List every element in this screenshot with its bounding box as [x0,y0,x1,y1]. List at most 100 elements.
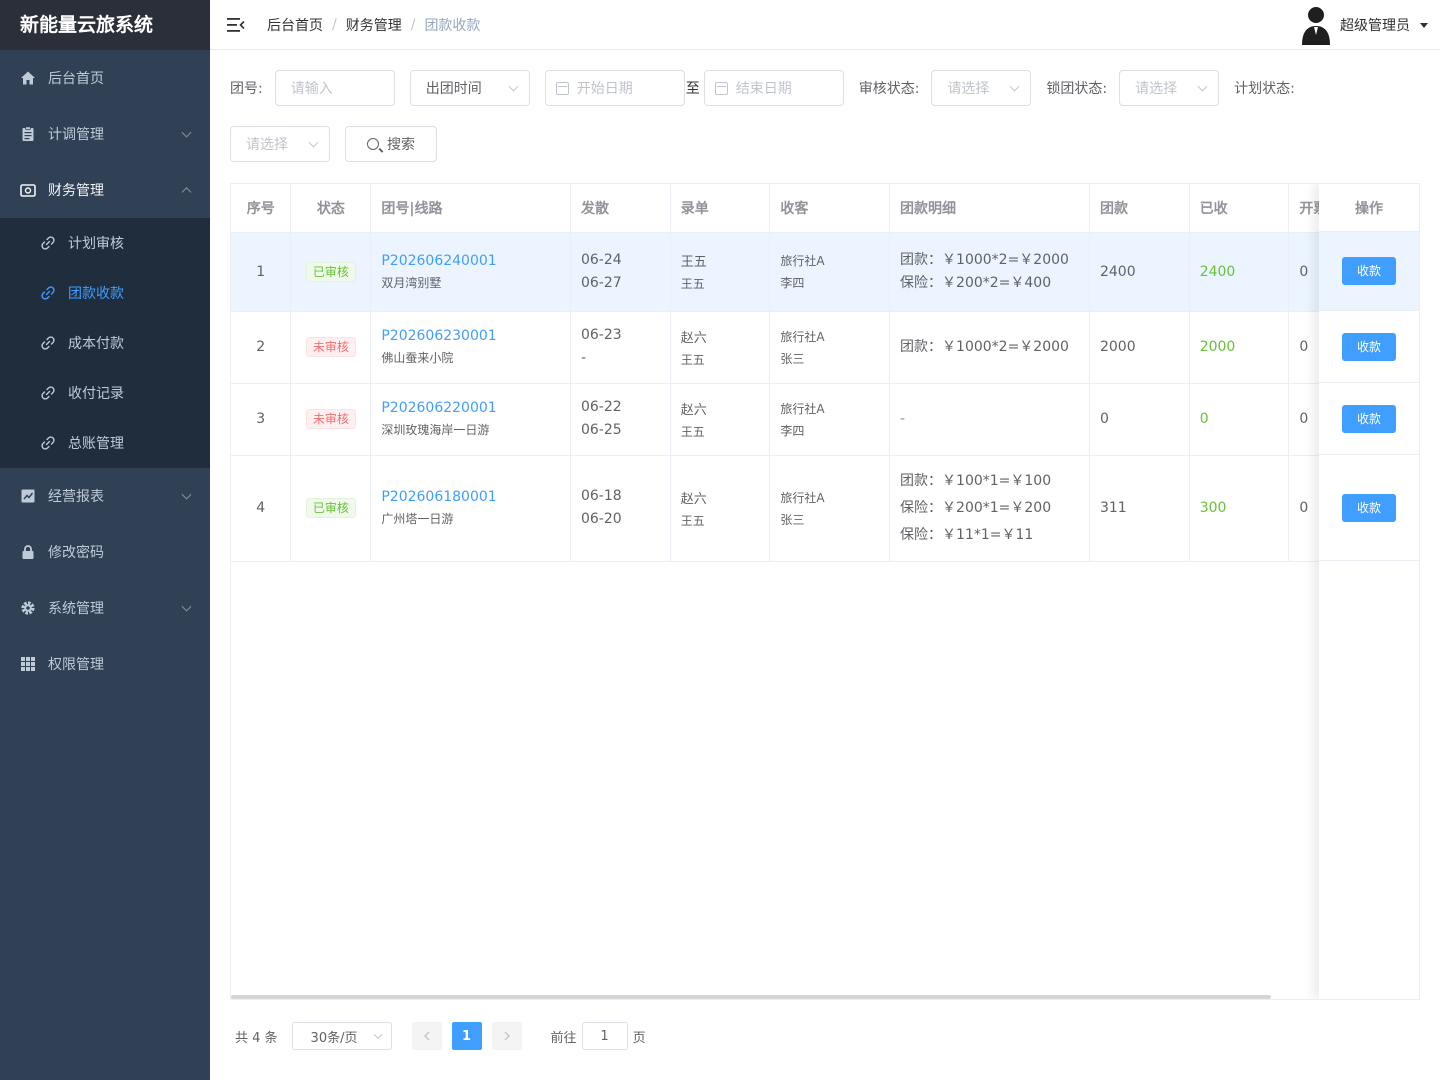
col-header-depart: 发散 [570,184,671,233]
row-entry-cell: 赵六 王五 [670,455,771,562]
collect-button[interactable]: 收款 [1341,493,1396,522]
sidebar-subitem-group-collection[interactable]: 团款收款 [0,268,210,318]
sidebar-item-reports[interactable]: 经营报表 [0,468,210,524]
page-size-select[interactable]: 30条/页 [291,1022,392,1050]
link-icon [41,386,55,400]
group-no-link[interactable]: P202606180001 [381,489,560,505]
col-header-operation: 操作 [1319,184,1419,232]
sidebar-subitem-label: 计划审核 [68,236,124,252]
row-op-cell: 收款 [1319,232,1419,311]
row-depart-cell: 06-23 - [570,311,671,384]
detail-line: 团款：￥1000*2=￥2000 [900,338,1069,355]
col-header-group-route: 团号|线路 [370,184,571,233]
audit-status-placeholder: 请选择 [947,81,990,97]
row-details-cell: 团款：￥1000*2=￥2000 [889,311,1090,384]
row-group-cell: P202606240001 双月湾别墅 [370,232,571,312]
calendar-icon [555,81,569,95]
sidebar-item-finance[interactable]: 财务管理 [0,162,210,218]
group-no-link[interactable]: P202606230001 [381,328,560,344]
group-no-input[interactable]: 请输入 [274,70,395,106]
breadcrumb-current: 团款收款 [424,17,481,34]
chevron-down-icon [181,601,192,612]
client-agency: 旅行社A [780,329,825,344]
collect-button[interactable]: 收款 [1341,404,1396,433]
group-no-link[interactable]: P202606220001 [381,400,560,416]
hamburger-icon[interactable] [227,17,245,33]
chevron-down-icon [308,137,319,148]
row-op-cell: 收款 [1319,311,1419,383]
row-amount: 0 [1089,383,1190,456]
audit-status-select[interactable]: 请选择 [931,70,1032,106]
row-received: 2000 [1189,311,1290,384]
sidebar: 新能量云旅系统 后台首页 计调管理 财务管理 计划审核 团款收款 成本付款 收付… [0,0,210,1080]
table-row[interactable]: 2 未审核 P202606230001 佛山蚕来小院 06-23 - 赵六 王五 旅行… [231,311,1419,384]
sidebar-subitem-cost-payment[interactable]: 成本付款 [0,318,210,368]
sidebar-item-home[interactable]: 后台首页 [0,50,210,106]
col-header-received: 已收 [1189,184,1290,233]
row-entry-cell: 赵六 王五 [670,311,771,384]
depart-date: 06-18 [580,488,622,504]
prev-page-button[interactable] [411,1022,442,1050]
page-number-current[interactable]: 1 [451,1022,482,1050]
sidebar-subitem-ledger[interactable]: 总账管理 [0,418,210,468]
goto-unit: 页 [632,1030,646,1046]
detail-line: 保险：￥200*1=￥200 [900,499,1052,516]
pagination: 共 4 条 30条/页 1 前往 1 页 [235,1022,646,1050]
calendar-icon [714,81,728,95]
home-icon [20,70,36,86]
table-row[interactable]: 1 已审核 P202606240001 双月湾别墅 06-24 06-27 王五 王五… [231,232,1419,312]
row-status-cell: 已审核 [290,455,372,562]
start-date-input[interactable]: 开始日期 [544,70,685,106]
breadcrumb-separator: / [410,16,416,33]
search-button[interactable]: 搜索 [345,126,437,162]
client-contact: 张三 [780,512,805,527]
user-menu[interactable]: 超级管理员 [1300,5,1428,45]
sidebar-item-label: 经营报表 [48,489,104,505]
return-date: 06-20 [580,511,622,527]
sidebar-item-plan-management[interactable]: 计调管理 [0,106,210,162]
row-depart-cell: 06-22 06-25 [570,383,671,456]
table-row[interactable]: 4 已审核 P202606180001 广州塔一日游 06-18 06-20 赵六王… [231,455,1419,562]
route-name: 广州塔一日游 [381,512,454,526]
data-table: 序号 状态 团号|线路 发散 录单 收客 团款明细 团款 已收 开票 1 已审核… [231,184,1419,562]
row-details-cell: - [889,383,1090,456]
client-contact: 张三 [780,351,805,366]
chevron-down-icon [373,1030,382,1040]
sidebar-item-change-password[interactable]: 修改密码 [0,524,210,580]
client-agency: 旅行社A [780,254,825,268]
horizontal-scrollbar[interactable] [231,995,1271,999]
sidebar-item-label: 权限管理 [48,657,104,673]
collect-button[interactable]: 收款 [1341,257,1396,285]
row-amount: 2000 [1089,311,1190,384]
end-date-input[interactable]: 结束日期 [703,70,844,106]
detail-line: - [900,410,906,427]
row-amount: 2400 [1089,232,1190,312]
collect-button[interactable]: 收款 [1341,332,1396,361]
next-page-button[interactable] [491,1022,522,1050]
app-logo-title: 新能量云旅系统 [0,0,210,50]
sidebar-item-system[interactable]: 系统管理 [0,580,210,636]
table-row[interactable]: 3 未审核 P202606220001 深圳玫瑰海岸一日游 06-22 06-25 … [231,383,1419,456]
goto-page-input[interactable]: 1 [581,1022,628,1050]
sidebar-subitem-plan-audit[interactable]: 计划审核 [0,218,210,268]
lock-status-select[interactable]: 请选择 [1119,70,1220,106]
sidebar-subitem-payment-records[interactable]: 收付记录 [0,368,210,418]
group-no-label: 团号: [230,81,263,97]
row-status-cell: 未审核 [290,383,372,456]
row-details-cell: 团款：￥100*1=￥100 保险：￥200*1=￥200 保险：￥11*1=￥11 [889,455,1090,562]
breadcrumb-finance[interactable]: 财务管理 [346,15,402,35]
detail-line: 团款：￥100*1=￥100 [900,472,1052,489]
group-no-placeholder: 请输入 [290,81,333,97]
row-group-cell: P202606180001 广州塔一日游 [370,455,571,562]
breadcrumb-home[interactable]: 后台首页 [267,15,323,35]
return-date: - [580,350,587,366]
row-op-cell: 收款 [1319,383,1419,455]
plan-status-placeholder: 请选择 [246,137,288,153]
date-type-select[interactable]: 出团时间 [409,70,530,106]
caret-down-icon [1420,22,1428,28]
sidebar-item-permissions[interactable]: 权限管理 [0,636,210,692]
group-no-link[interactable]: P202606240001 [381,253,560,269]
entry-main: 赵六 [680,491,707,507]
plan-status-select[interactable]: 请选择 [230,126,330,162]
route-name: 深圳玫瑰海岸一日游 [381,423,490,437]
